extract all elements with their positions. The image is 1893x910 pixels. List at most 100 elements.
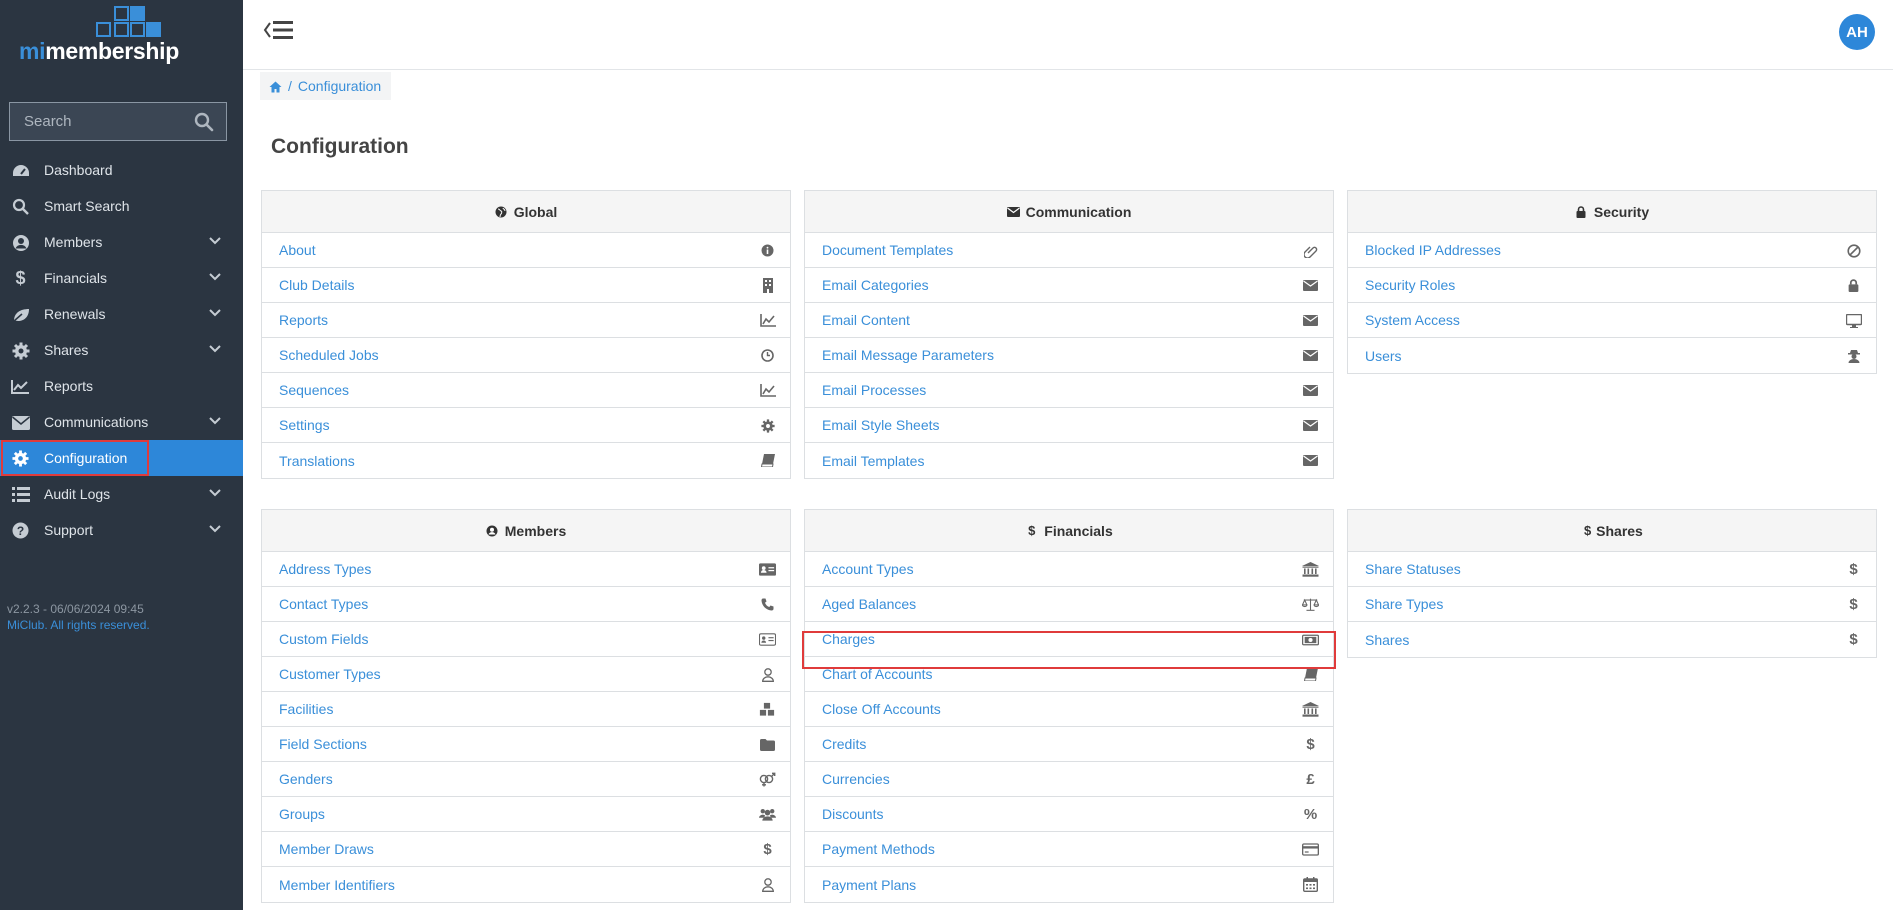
config-item-facilities[interactable]: Facilities — [262, 692, 790, 727]
chevron-down-icon[interactable] — [209, 417, 221, 425]
calendar-icon — [1302, 876, 1319, 893]
config-item-member-draws[interactable]: Member Draws $ — [262, 832, 790, 867]
dollar-icon: $ — [1584, 523, 1592, 538]
nav-item-configuration[interactable]: Configuration — [0, 440, 243, 476]
nav-item-smart-search[interactable]: Smart Search — [0, 188, 243, 224]
config-item-blocked-ip-addresses[interactable]: Blocked IP Addresses — [1348, 233, 1876, 268]
panel-header: Global — [262, 191, 790, 233]
config-item-about[interactable]: About — [262, 233, 790, 268]
config-item-email-style-sheets[interactable]: Email Style Sheets — [805, 408, 1333, 443]
chevron-down-icon[interactable] — [209, 237, 221, 245]
list-icon — [11, 485, 30, 504]
nav-item-shares[interactable]: Shares — [0, 332, 243, 368]
ban-icon — [1845, 242, 1862, 259]
panel-communication: Communication Document Templates Email C… — [804, 190, 1334, 479]
config-item-email-templates[interactable]: Email Templates — [805, 443, 1333, 478]
search-icon — [11, 197, 30, 216]
search-icon[interactable] — [194, 112, 214, 132]
nav-item-support[interactable]: ? Support — [0, 512, 243, 548]
config-item-payment-methods[interactable]: Payment Methods — [805, 832, 1333, 867]
config-item-field-sections[interactable]: Field Sections — [262, 727, 790, 762]
sidebar-nav: Dashboard Smart Search Members $ Financi… — [0, 152, 243, 548]
line-chart-icon — [759, 312, 776, 329]
menu-toggle-icon[interactable] — [263, 18, 295, 42]
nav-item-dashboard[interactable]: Dashboard — [0, 152, 243, 188]
nav-item-reports[interactable]: Reports — [0, 368, 243, 404]
dollar-icon: $ — [1849, 561, 1858, 578]
money-bill-icon — [1302, 631, 1319, 648]
config-item-reports[interactable]: Reports — [262, 303, 790, 338]
leaf-icon — [11, 305, 30, 324]
line-chart-icon — [11, 377, 30, 396]
chevron-down-icon[interactable] — [209, 489, 221, 497]
config-item-discounts[interactable]: Discounts % — [805, 797, 1333, 832]
nav-item-audit-logs[interactable]: Audit Logs — [0, 476, 243, 512]
envelope-icon — [1302, 452, 1319, 469]
lock-icon — [1845, 277, 1862, 294]
config-item-account-types[interactable]: Account Types — [805, 552, 1333, 587]
chevron-down-icon[interactable] — [209, 309, 221, 317]
config-item-email-processes[interactable]: Email Processes — [805, 373, 1333, 408]
envelope-icon — [1302, 347, 1319, 364]
sidebar: mimembership Dashboard Smart Search Memb… — [0, 0, 243, 910]
config-item-scheduled-jobs[interactable]: Scheduled Jobs — [262, 338, 790, 373]
nav-item-financials[interactable]: $ Financials — [0, 260, 243, 296]
user-secret-icon — [1845, 347, 1862, 364]
config-item-customer-types[interactable]: Customer Types — [262, 657, 790, 692]
config-item-close-off-accounts[interactable]: Close Off Accounts — [805, 692, 1333, 727]
config-item-email-content[interactable]: Email Content — [805, 303, 1333, 338]
id-card-icon — [759, 631, 776, 648]
avatar[interactable]: AH — [1839, 14, 1875, 50]
config-item-share-types[interactable]: Share Types $ — [1348, 587, 1876, 622]
config-item-system-access[interactable]: System Access — [1348, 303, 1876, 338]
config-item-aged-balances[interactable]: Aged Balances — [805, 587, 1333, 622]
config-item-sequences[interactable]: Sequences — [262, 373, 790, 408]
top-bar: AH — [243, 0, 1893, 70]
version-text: v2.2.3 - 06/06/2024 09:45 — [7, 602, 144, 616]
envelope-icon — [1302, 312, 1319, 329]
config-item-contact-types[interactable]: Contact Types — [262, 587, 790, 622]
building-icon — [759, 277, 776, 294]
line-chart-icon — [759, 382, 776, 399]
config-item-shares[interactable]: Shares $ — [1348, 622, 1876, 657]
config-item-users[interactable]: Users — [1348, 338, 1876, 373]
config-item-address-types[interactable]: Address Types — [262, 552, 790, 587]
config-item-currencies[interactable]: Currencies £ — [805, 762, 1333, 797]
config-item-email-categories[interactable]: Email Categories — [805, 268, 1333, 303]
config-item-club-details[interactable]: Club Details — [262, 268, 790, 303]
config-item-document-templates[interactable]: Document Templates — [805, 233, 1333, 268]
chevron-down-icon[interactable] — [209, 345, 221, 353]
search-input[interactable] — [10, 103, 190, 140]
config-item-groups[interactable]: Groups — [262, 797, 790, 832]
nav-item-communications[interactable]: Communications — [0, 404, 243, 440]
config-item-security-roles[interactable]: Security Roles — [1348, 268, 1876, 303]
dashboard-icon — [11, 161, 30, 180]
info-icon — [759, 242, 776, 259]
home-icon[interactable] — [269, 80, 282, 93]
app-logo[interactable]: mimembership — [0, 0, 243, 76]
config-item-settings[interactable]: Settings — [262, 408, 790, 443]
dollar-icon: $ — [1306, 736, 1315, 753]
config-item-share-statuses[interactable]: Share Statuses $ — [1348, 552, 1876, 587]
breadcrumb: / Configuration — [260, 72, 392, 100]
config-item-genders[interactable]: Genders — [262, 762, 790, 797]
cubes-icon — [759, 701, 776, 718]
chevron-down-icon[interactable] — [209, 525, 221, 533]
config-item-charges[interactable]: Charges — [805, 622, 1333, 657]
gender-icon — [759, 771, 776, 788]
config-item-credits[interactable]: Credits $ — [805, 727, 1333, 762]
config-item-custom-fields[interactable]: Custom Fields — [262, 622, 790, 657]
config-item-member-identifiers[interactable]: Member Identifiers — [262, 867, 790, 902]
config-item-chart-of-accounts[interactable]: Chart of Accounts — [805, 657, 1333, 692]
copyright-link[interactable]: MiClub. All rights reserved. — [7, 617, 150, 633]
nav-item-renewals[interactable]: Renewals — [0, 296, 243, 332]
dollar-icon: $ — [15, 268, 26, 288]
percent-icon: % — [1303, 806, 1318, 823]
config-item-email-message-parameters[interactable]: Email Message Parameters — [805, 338, 1333, 373]
bank-icon — [1302, 701, 1319, 718]
config-item-payment-plans[interactable]: Payment Plans — [805, 867, 1333, 902]
breadcrumb-configuration[interactable]: Configuration — [298, 78, 381, 94]
config-item-translations[interactable]: Translations — [262, 443, 790, 478]
chevron-down-icon[interactable] — [209, 273, 221, 281]
nav-item-members[interactable]: Members — [0, 224, 243, 260]
